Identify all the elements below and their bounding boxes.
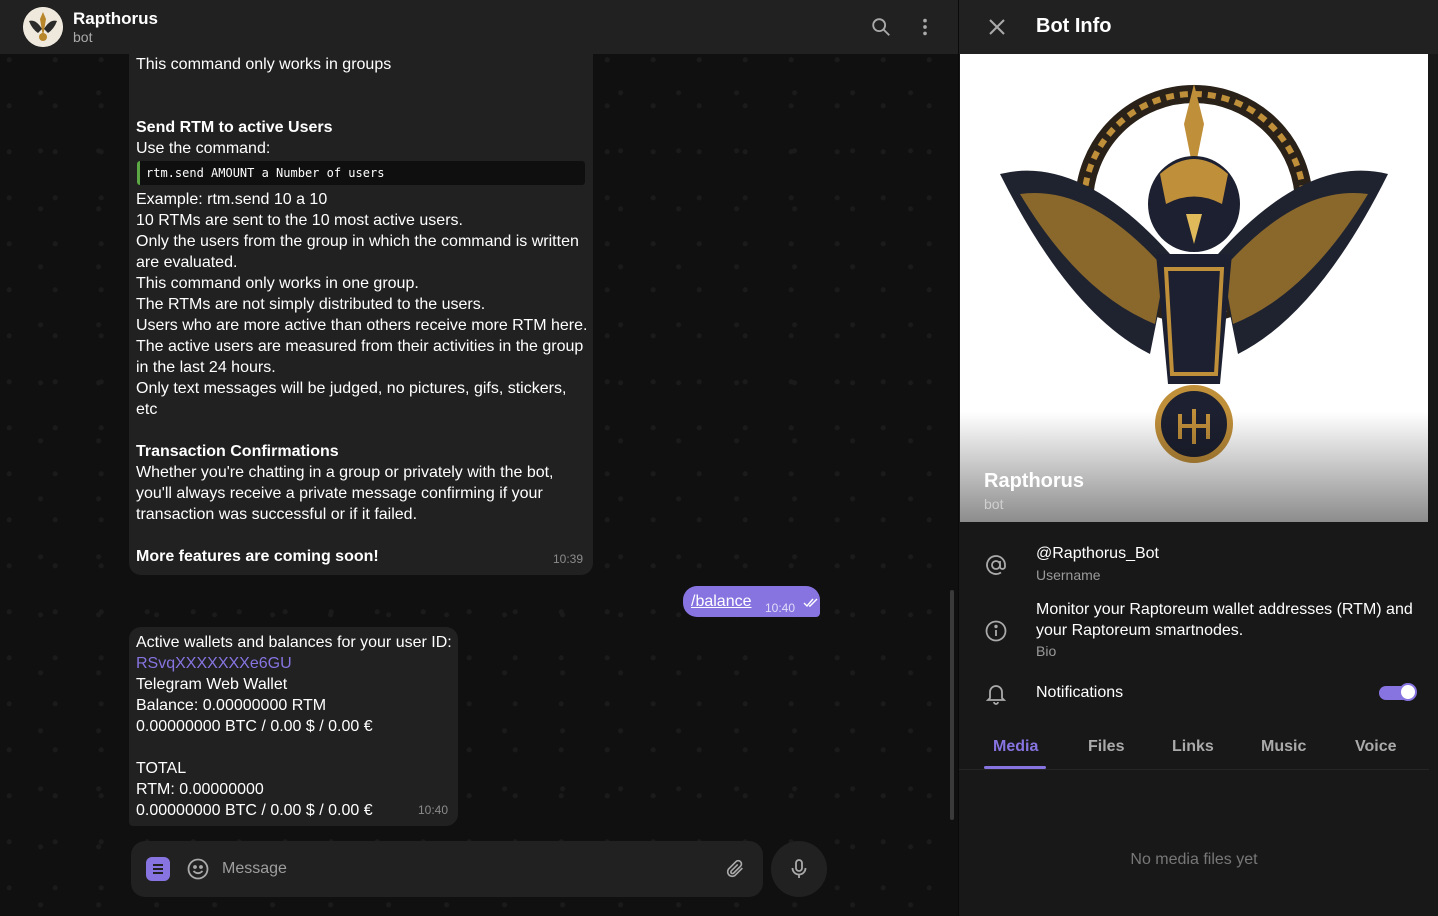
chat-header[interactable]: Rapthorus bot [0, 0, 958, 54]
message-line: transaction was successful or if it fail… [136, 506, 418, 523]
bot-info-panel: Bot Info Rapthorus bot @Rapthorus_Bot Us [958, 0, 1438, 916]
command-link[interactable]: /balance [691, 593, 752, 610]
incoming-message[interactable]: Active wallets and balances for your use… [129, 627, 458, 826]
message-line: etc [136, 401, 158, 418]
message-line: Active wallets and balances for your use… [136, 634, 452, 651]
message-line: Telegram Web Wallet [136, 676, 288, 693]
panel-header: Bot Info [959, 0, 1438, 54]
chat-scrollbar[interactable] [950, 590, 954, 820]
bot-menu-button[interactable] [146, 857, 170, 881]
emoji-button[interactable] [186, 857, 210, 881]
incoming-message[interactable]: This command only works in groups Send R… [129, 40, 593, 575]
close-icon [989, 19, 1005, 35]
bio-line: Monitor your Raptoreum wallet addresses … [1036, 601, 1413, 618]
message-line: you'll always receive a private message … [136, 485, 543, 502]
message-heading: Send RTM to active Users [136, 119, 333, 136]
message-line: The RTMs are not simply distributed to t… [136, 296, 486, 313]
bot-menu-icon [153, 864, 163, 874]
tab-media[interactable]: Media [993, 738, 1038, 756]
message-composer[interactable] [131, 841, 763, 897]
username-value: @Rapthorus_Bot [1036, 545, 1159, 562]
active-tab-indicator [984, 766, 1046, 769]
chat-area: Rapthorus bot This command only works in… [0, 0, 958, 916]
smile-icon [187, 858, 209, 880]
profile-name: Rapthorus [984, 470, 1084, 492]
info-icon [983, 618, 1009, 644]
profile-photo[interactable]: Rapthorus bot [960, 54, 1428, 522]
message-time: 10:40 [765, 601, 796, 615]
attach-button[interactable] [723, 857, 747, 881]
message-line: 0.00000000 BTC / 0.00 $ / 0.00 € [136, 802, 373, 819]
message-line: Use the command: [136, 140, 271, 157]
outgoing-message[interactable]: /balance 10:40 [683, 586, 820, 617]
tab-music[interactable]: Music [1261, 738, 1306, 756]
search-icon [872, 18, 890, 36]
message-time: 10:40 [417, 803, 448, 817]
message-time: 10:39 [552, 552, 583, 566]
notifications-label: Notifications [1036, 684, 1124, 701]
message-line: Example: rtm.send 10 a 10 [136, 191, 328, 208]
voice-record-button[interactable] [771, 841, 827, 897]
panel-title: Bot Info [1036, 15, 1112, 37]
close-button[interactable] [981, 11, 1013, 43]
message-line: This command only works in groups [136, 56, 392, 73]
search-button[interactable] [865, 11, 897, 43]
double-check-icon [803, 598, 818, 608]
tab-links[interactable]: Links [1172, 738, 1214, 756]
message-line: TOTAL [136, 760, 187, 777]
tab-files[interactable]: Files [1088, 738, 1124, 756]
chat-subtitle: bot [73, 28, 93, 45]
message-line: Only the users from the group in which t… [136, 233, 579, 250]
paperclip-icon [726, 859, 743, 878]
tab-voice[interactable]: Voice [1355, 738, 1397, 756]
more-vertical-icon [923, 18, 927, 36]
toggle-knob [1399, 683, 1417, 701]
username-caption: Username [1036, 567, 1101, 583]
avatar[interactable] [23, 7, 63, 47]
at-sign-icon [983, 552, 1009, 578]
profile-subtitle: bot [984, 496, 1004, 512]
media-tabs: Media Files Links Music Voice [959, 730, 1429, 770]
message-heading: More features are coming soon! [136, 548, 379, 565]
more-options-button[interactable] [909, 11, 941, 43]
message-input[interactable] [222, 860, 702, 878]
message-line: Whether you're chatting in a group or pr… [136, 464, 554, 481]
bell-icon [983, 680, 1009, 706]
empty-media-text: No media files yet [1130, 851, 1258, 868]
bio-caption: Bio [1036, 643, 1057, 659]
message-line: RTM: 0.00000000 [136, 781, 264, 798]
message-line: are evaluated. [136, 254, 238, 271]
notifications-toggle[interactable] [1379, 683, 1417, 701]
message-line: Users who are more active than others re… [136, 317, 588, 334]
message-line: The active users are measured from their… [136, 338, 584, 355]
message-line: 10 RTMs are sent to the 10 most active u… [136, 212, 463, 229]
chat-title: Rapthorus [73, 8, 158, 28]
message-line: Balance: 0.00000000 RTM [136, 697, 327, 714]
message-line: Only text messages will be judged, no pi… [136, 380, 567, 397]
message-line: in the last 24 hours. [136, 359, 276, 376]
wallet-address-link[interactable]: RSvqXXXXXXXe6GU [136, 653, 450, 674]
code-block[interactable]: rtm.send AMOUNT a Number of users [137, 161, 585, 185]
message-heading: Transaction Confirmations [136, 443, 339, 460]
bio-line: your Raptoreum smartnodes. [1036, 622, 1244, 639]
message-line: 0.00000000 BTC / 0.00 $ / 0.00 € [136, 718, 373, 735]
microphone-icon [791, 859, 807, 878]
message-line: This command only works in one group. [136, 275, 419, 292]
